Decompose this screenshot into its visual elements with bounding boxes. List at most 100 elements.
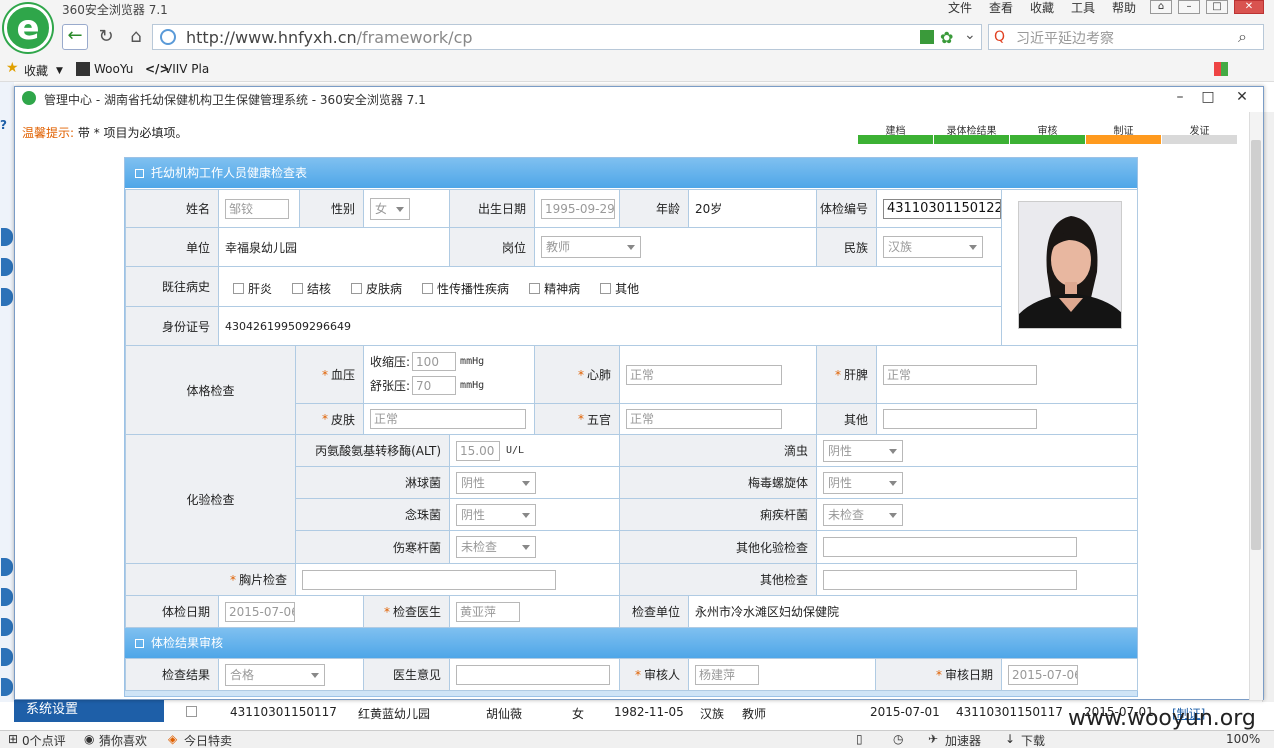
collapse-icon[interactable]: [135, 639, 144, 648]
row-checkbox[interactable]: [186, 706, 197, 717]
minimize-icon[interactable]: –: [1178, 0, 1200, 14]
history-other[interactable]: 其他: [600, 280, 639, 297]
menu-view[interactable]: 查看: [989, 0, 1013, 16]
xray-input[interactable]: [302, 569, 556, 590]
id-value: 430426199509296649: [218, 306, 1002, 346]
skin-input[interactable]: 正常: [370, 409, 526, 429]
progress-step-bar: [1086, 135, 1161, 144]
refresh-icon[interactable]: ↻: [94, 24, 118, 50]
menu-help[interactable]: 帮助: [1112, 0, 1136, 16]
exam-date-input[interactable]: 2015-07-06: [225, 601, 295, 622]
apps-icon[interactable]: [1214, 62, 1228, 76]
exam-unit-value: 永州市冷水滩区妇幼保健院: [688, 595, 1138, 628]
close-icon[interactable]: ✕: [1234, 0, 1264, 14]
diastolic-input[interactable]: 70: [412, 376, 457, 395]
collapse-icon[interactable]: [135, 169, 144, 178]
status-accelerator[interactable]: 加速器: [945, 732, 981, 748]
syph-select[interactable]: 阴性: [823, 471, 903, 494]
history-std[interactable]: 性传播性疾病: [422, 280, 509, 297]
favorites-dropdown-icon[interactable]: ▼: [56, 66, 63, 76]
history-mental[interactable]: 精神病: [529, 280, 580, 297]
birth-input[interactable]: 1995-09-29: [541, 198, 615, 219]
back-arrow-icon[interactable]: ←: [62, 24, 88, 50]
xray-cell: [295, 563, 620, 596]
home-icon[interactable]: ⌂: [1150, 0, 1172, 14]
checkbox[interactable]: [422, 283, 434, 294]
search-engine-icon[interactable]: Q: [994, 29, 1005, 45]
history-skin[interactable]: 皮肤病: [351, 280, 402, 297]
home-nav-icon[interactable]: ⌂: [124, 24, 148, 50]
checkbox[interactable]: [351, 283, 363, 294]
popup-scroll-thumb[interactable]: [1251, 140, 1261, 550]
checkbox-label: 皮肤病: [366, 282, 403, 296]
search-input[interactable]: 习近平延边考察: [1016, 28, 1114, 48]
menu-favorites[interactable]: 收藏: [1030, 0, 1054, 16]
download-icon: ↓: [1005, 732, 1016, 746]
dysent-select[interactable]: 未检查: [823, 503, 903, 526]
label-syph: 梅毒螺旋体: [619, 466, 817, 499]
post-select[interactable]: 教师: [541, 236, 641, 258]
reviewer-input[interactable]: 杨建萍: [695, 664, 759, 685]
browser-title: 360安全浏览器 7.1: [62, 3, 168, 17]
history-tb[interactable]: 结核: [292, 280, 331, 297]
status-recommend[interactable]: 猜你喜欢: [99, 732, 147, 748]
liver-spleen-label-text: 肝脾: [843, 368, 868, 382]
result-select[interactable]: 合格: [225, 663, 325, 686]
trich-select[interactable]: 阴性: [823, 439, 903, 462]
label-exam-date: 体检日期: [125, 595, 219, 628]
fav-viiv[interactable]: VIIV Pla: [164, 62, 209, 76]
opinion-input[interactable]: [456, 664, 610, 685]
gono-select[interactable]: 阴性: [456, 471, 536, 494]
review-date-input[interactable]: 2015-07-06: [1008, 664, 1078, 685]
other-lab-input[interactable]: [823, 537, 1077, 557]
status-comments[interactable]: 0个点评: [22, 732, 66, 748]
alt-input[interactable]: 15.00: [456, 440, 500, 461]
other-input[interactable]: [883, 409, 1037, 429]
favorites-button[interactable]: 收藏: [24, 62, 48, 79]
progress-step-bar: [934, 135, 1009, 144]
checkbox[interactable]: [292, 283, 304, 294]
heart-lung-input[interactable]: 正常: [626, 364, 782, 385]
liver-spleen-input[interactable]: 正常: [883, 364, 1037, 385]
candida-select[interactable]: 阴性: [456, 503, 536, 526]
popup-maximize-icon[interactable]: □: [1196, 89, 1220, 107]
heart-lung-label-text: 心肺: [586, 368, 611, 382]
doctor-input[interactable]: 黄亚萍: [456, 601, 520, 622]
chevron-down-icon[interactable]: ⌄: [964, 27, 976, 43]
history-checkboxes: 肝炎 结核 皮肤病 性传播性疾病 精神病 其他: [218, 266, 1002, 307]
label-exam-unit: 检查单位: [619, 595, 689, 628]
label-reviewer: * 审核人: [619, 658, 689, 691]
menu-file[interactable]: 文件: [948, 0, 972, 16]
name-input[interactable]: 邹铰: [225, 198, 289, 219]
history-icon[interactable]: ◷: [893, 732, 903, 746]
status-sale[interactable]: 今日特卖: [184, 732, 232, 748]
alt-unit: U/L: [506, 445, 525, 456]
label-xray: * 胸片检查: [125, 563, 296, 596]
systolic-input[interactable]: 100: [412, 352, 457, 371]
fav-wooyun[interactable]: WooYu: [94, 62, 133, 76]
other-exam-input[interactable]: [823, 569, 1077, 590]
checkbox[interactable]: [233, 283, 244, 294]
maximize-icon[interactable]: □: [1206, 0, 1228, 14]
facial-input[interactable]: 正常: [626, 409, 782, 429]
address-url[interactable]: http://www.hnfyxh.cn/framework/cp: [186, 28, 473, 47]
gender-select[interactable]: 女: [370, 197, 410, 220]
menu-tools[interactable]: 工具: [1071, 0, 1095, 16]
popup-close-icon[interactable]: ✕: [1230, 89, 1254, 107]
search-icon[interactable]: ⌕: [1238, 27, 1247, 47]
typhoid-select[interactable]: 未检查: [456, 536, 536, 558]
status-download[interactable]: 下载: [1021, 732, 1045, 748]
popup-minimize-icon[interactable]: –: [1168, 89, 1192, 107]
leaf-icon[interactable]: ✿: [940, 28, 953, 47]
history-hepatitis[interactable]: 肝炎: [233, 280, 272, 297]
exam-no-input[interactable]: 43110301150122: [883, 198, 1001, 219]
ethnic-select[interactable]: 汉族: [883, 236, 983, 258]
checkbox[interactable]: [600, 283, 612, 294]
facial-label-text: 五官: [586, 412, 611, 427]
sidebar-item-system-settings[interactable]: 系统设置: [14, 698, 164, 722]
status-zoom[interactable]: 100%: [1226, 732, 1260, 746]
checkbox[interactable]: [529, 283, 541, 294]
globe-icon: [160, 29, 176, 45]
phone-icon[interactable]: ▯: [856, 732, 863, 746]
qrcode-icon[interactable]: [920, 30, 934, 44]
